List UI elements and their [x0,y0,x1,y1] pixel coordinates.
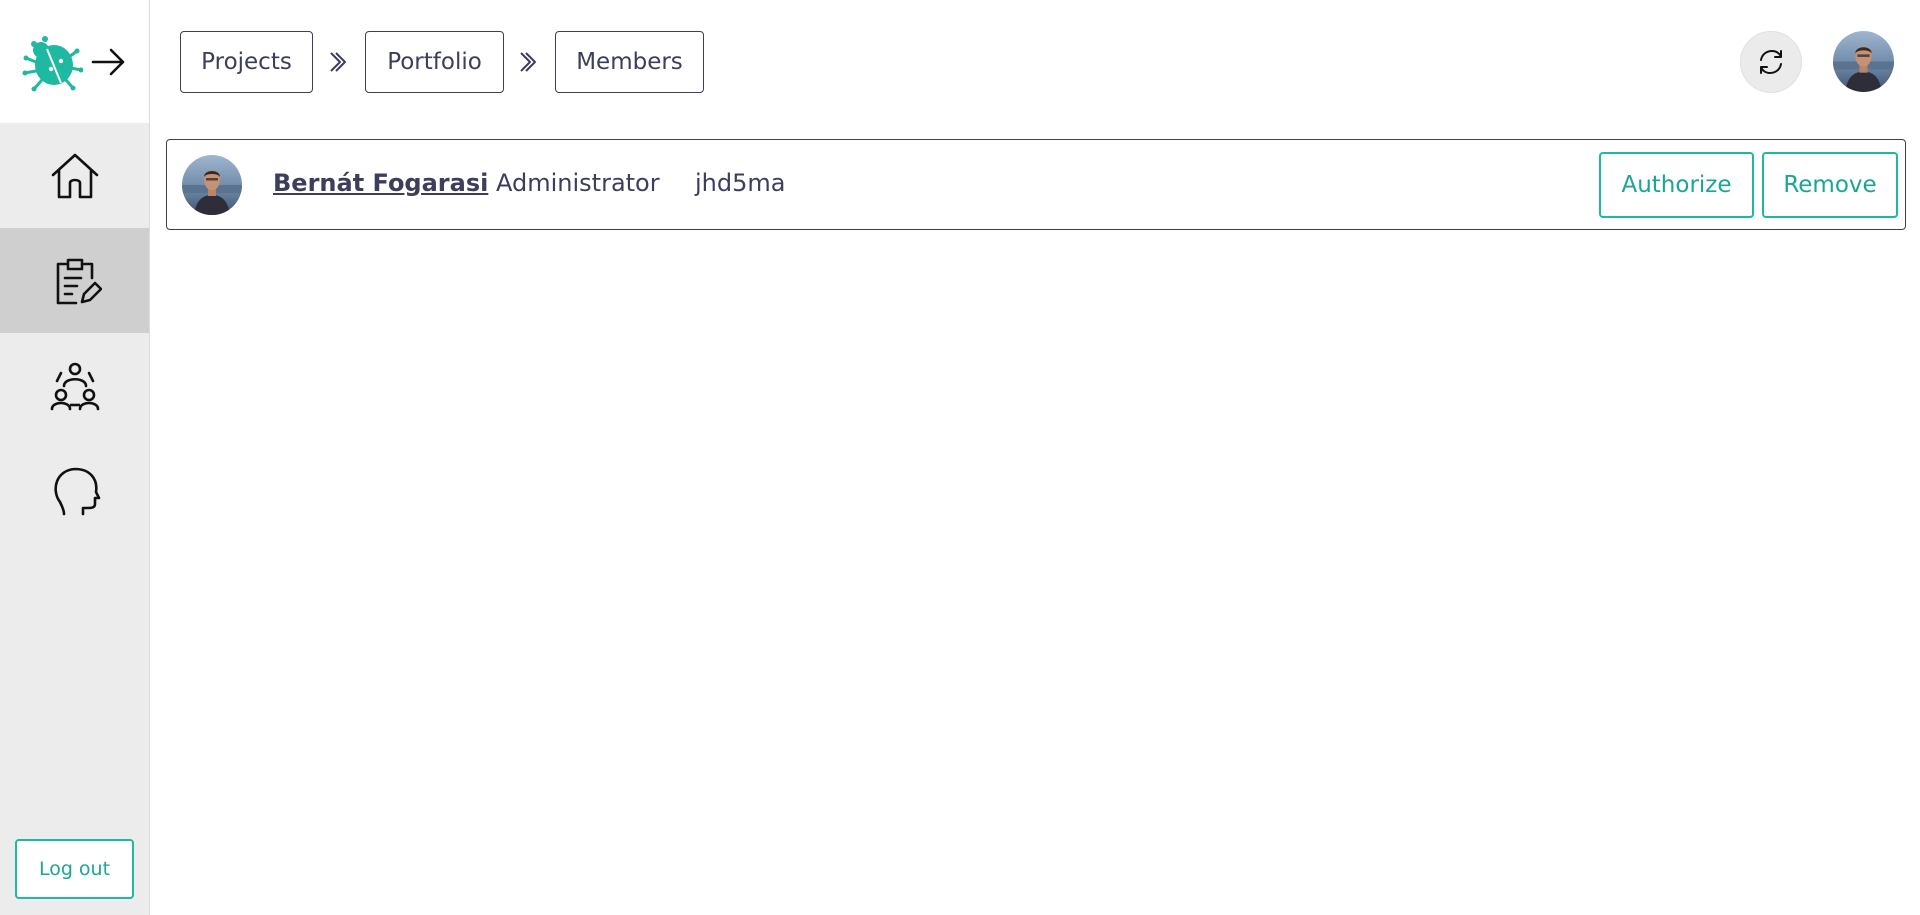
house-icon [51,153,98,198]
app-root: Log out Projects Portfolio Members Berná… [0,0,1920,915]
header: Projects Portfolio Members [150,0,1920,123]
sidebar-item-profile[interactable] [0,438,149,543]
authorize-button[interactable]: Authorize [1599,152,1754,218]
ladybug-logo-icon[interactable] [21,31,83,93]
remove-button[interactable]: Remove [1762,152,1898,218]
member-row: Bernát Fogarasi Administrator jhd5ma Aut… [166,139,1906,230]
sidebar-item-team[interactable] [0,333,149,438]
sidebar-header [0,0,150,123]
member-avatar [182,155,242,215]
refresh-button[interactable] [1740,31,1802,93]
user-avatar-image [1833,31,1894,92]
breadcrumb-projects[interactable]: Projects [180,31,313,93]
user-avatar[interactable] [1833,31,1894,92]
sidebar-item-projects[interactable] [0,228,149,333]
head-profile-icon [53,467,100,515]
sidebar-item-home[interactable] [0,123,149,228]
people-group-icon [50,362,99,410]
member-code: jhd5ma [695,169,786,197]
member-avatar-image [182,155,242,215]
breadcrumb-members[interactable]: Members [555,31,704,93]
logout-button[interactable]: Log out [15,839,134,899]
refresh-icon [1760,50,1782,74]
chevron-right-icon [520,52,536,72]
member-role: Administrator [496,169,660,197]
sidebar: Log out [0,0,150,915]
chevron-right-icon [330,52,346,72]
breadcrumb-portfolio[interactable]: Portfolio [365,31,504,93]
member-name-link[interactable]: Bernát Fogarasi [273,169,488,197]
clipboard-edit-icon [56,258,102,304]
arrow-right-icon[interactable] [89,42,129,82]
